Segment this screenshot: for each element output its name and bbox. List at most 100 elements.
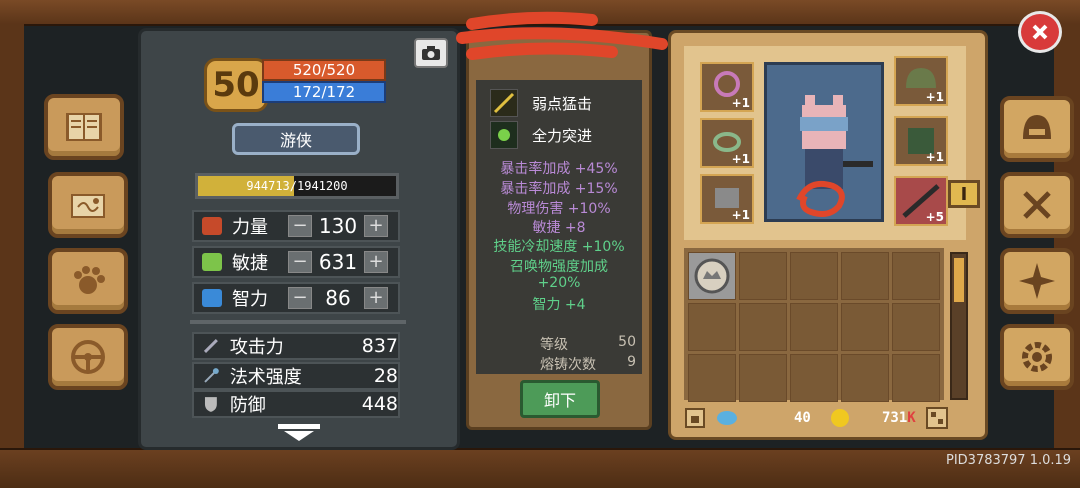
bottom-frame bbox=[0, 448, 1080, 488]
gold-suffix: K bbox=[907, 410, 916, 426]
helmet-slot[interactable]: +1 bbox=[894, 56, 948, 106]
inventory-slot[interactable] bbox=[841, 354, 889, 402]
red-scribble-redaction bbox=[456, 11, 668, 60]
attribute-name: 力量 bbox=[232, 217, 268, 238]
inventory-slot[interactable] bbox=[739, 303, 787, 351]
affix-line: 物理伤害 +10% bbox=[507, 201, 611, 217]
currency-bar: 40 731 K bbox=[684, 404, 972, 432]
agility-icon bbox=[202, 253, 222, 271]
inventory-slot[interactable] bbox=[688, 303, 736, 351]
unequip-button[interactable]: 卸下 bbox=[520, 380, 600, 418]
attribute-value: 130 bbox=[318, 214, 358, 238]
item-level-value: 50 bbox=[618, 334, 636, 350]
affix-line: 暴击率加成 +15% bbox=[500, 181, 618, 197]
forge-count-line: 熔铸次数 9 bbox=[540, 354, 636, 374]
increase-strength-button[interactable]: + bbox=[364, 215, 388, 237]
intelligence-icon bbox=[202, 289, 222, 307]
sort-grid-icon[interactable] bbox=[925, 407, 948, 429]
weak-strike-skill-icon bbox=[490, 89, 518, 117]
affix-line: 召唤物强度加成 bbox=[510, 259, 608, 275]
necklace-slot[interactable]: +1 bbox=[700, 62, 754, 112]
gem-count: 40 bbox=[794, 410, 811, 426]
build-watermark: PID3783797 1.0.19 bbox=[946, 453, 1072, 468]
skill-name: 弱点猛击 bbox=[532, 94, 593, 113]
inventory-slot[interactable] bbox=[790, 354, 838, 402]
inventory-scroll-thumb[interactable] bbox=[954, 258, 964, 302]
map-menu-button[interactable] bbox=[48, 172, 128, 238]
gloves-slot[interactable]: +1 bbox=[700, 174, 754, 224]
inventory-slot[interactable] bbox=[790, 303, 838, 351]
stat-row-spell-power: 法术强度 28 bbox=[192, 362, 400, 390]
mount-menu-button[interactable] bbox=[48, 324, 128, 390]
affix-line: +20% bbox=[537, 275, 581, 291]
tab-talents[interactable] bbox=[1000, 248, 1074, 314]
tab-character[interactable] bbox=[1000, 96, 1074, 162]
inventory-slot-filled[interactable] bbox=[688, 252, 736, 300]
inventory-slot[interactable] bbox=[790, 252, 838, 300]
steering-wheel-icon bbox=[71, 340, 105, 374]
gold-coin-icon bbox=[831, 409, 849, 427]
stat-name: 法术强度 bbox=[229, 367, 302, 388]
skill-name: 全力突进 bbox=[532, 126, 593, 145]
affix-line: 技能冷却速度 +10% bbox=[493, 239, 625, 255]
item-level-line: 等级 50 bbox=[540, 334, 636, 354]
skills-tab-icon bbox=[1023, 191, 1051, 219]
scroll-down-arrow-icon[interactable] bbox=[276, 424, 322, 442]
close-icon bbox=[1032, 24, 1048, 40]
hp-bar: 520/520 bbox=[262, 59, 386, 81]
decrease-intelligence-button[interactable]: − bbox=[288, 287, 312, 309]
inventory-slot[interactable] bbox=[739, 354, 787, 402]
inventory-slot[interactable] bbox=[688, 354, 736, 402]
inventory-scrollbar[interactable] bbox=[950, 252, 968, 400]
inventory-slot[interactable] bbox=[739, 252, 787, 300]
inventory-slot[interactable] bbox=[841, 303, 889, 351]
close-button[interactable] bbox=[1018, 11, 1062, 53]
pet-menu-button[interactable] bbox=[48, 248, 128, 314]
helmet-tab-icon bbox=[1023, 115, 1051, 139]
weapon-slot[interactable]: +5 bbox=[894, 176, 948, 226]
affix-line: 暴击率加成 +45% bbox=[500, 161, 618, 177]
shield-icon bbox=[204, 397, 217, 412]
scroll-map-icon bbox=[71, 194, 105, 218]
increase-intelligence-button[interactable]: + bbox=[364, 287, 388, 309]
camera-button[interactable] bbox=[414, 38, 448, 68]
stat-name: 攻击力 bbox=[229, 337, 284, 358]
gem-icon bbox=[717, 411, 737, 425]
attribute-row-strength: 力量 − 130 + bbox=[192, 210, 400, 242]
attribute-value: 631 bbox=[318, 250, 358, 274]
stat-row-defense: 防御 448 bbox=[192, 390, 400, 418]
section-divider bbox=[190, 320, 406, 324]
lock-icon[interactable] bbox=[684, 407, 706, 429]
attribute-row-intelligence: 智力 − 86 + bbox=[192, 282, 400, 314]
stat-value: 448 bbox=[361, 393, 398, 415]
armor-slot[interactable]: +1 bbox=[894, 116, 948, 166]
xp-text: 944713/1941200 bbox=[246, 179, 348, 193]
ring-slot[interactable]: +1 bbox=[700, 118, 754, 168]
strength-icon bbox=[202, 217, 222, 235]
affix-line: 智力 +4 bbox=[532, 297, 586, 313]
equipment-set-tab[interactable]: I bbox=[948, 180, 980, 208]
book-menu-button[interactable] bbox=[44, 94, 124, 160]
increase-agility-button[interactable]: + bbox=[364, 251, 388, 273]
sword-icon bbox=[203, 339, 218, 353]
paw-icon bbox=[74, 266, 105, 294]
skill-row-dash: 全力突进 bbox=[490, 120, 640, 150]
wand-icon bbox=[204, 368, 219, 383]
forge-count-label: 熔铸次数 bbox=[540, 357, 596, 373]
tab-skills[interactable] bbox=[1000, 172, 1074, 238]
class-name-plate: 游侠 bbox=[232, 123, 360, 155]
left-frame bbox=[0, 24, 24, 448]
attribute-name: 敏捷 bbox=[232, 253, 268, 274]
level-badge: 50 bbox=[204, 58, 268, 112]
inventory-slot[interactable] bbox=[841, 252, 889, 300]
star-compass-icon bbox=[1019, 263, 1055, 299]
decrease-strength-button[interactable]: − bbox=[288, 215, 312, 237]
inventory-slot[interactable] bbox=[892, 252, 940, 300]
stat-value: 28 bbox=[373, 365, 398, 387]
attribute-value: 86 bbox=[325, 286, 351, 310]
tab-settings[interactable] bbox=[1000, 324, 1074, 390]
mp-bar: 172/172 bbox=[262, 81, 386, 103]
inventory-slot[interactable] bbox=[892, 354, 940, 402]
inventory-slot[interactable] bbox=[892, 303, 940, 351]
decrease-agility-button[interactable]: − bbox=[288, 251, 312, 273]
